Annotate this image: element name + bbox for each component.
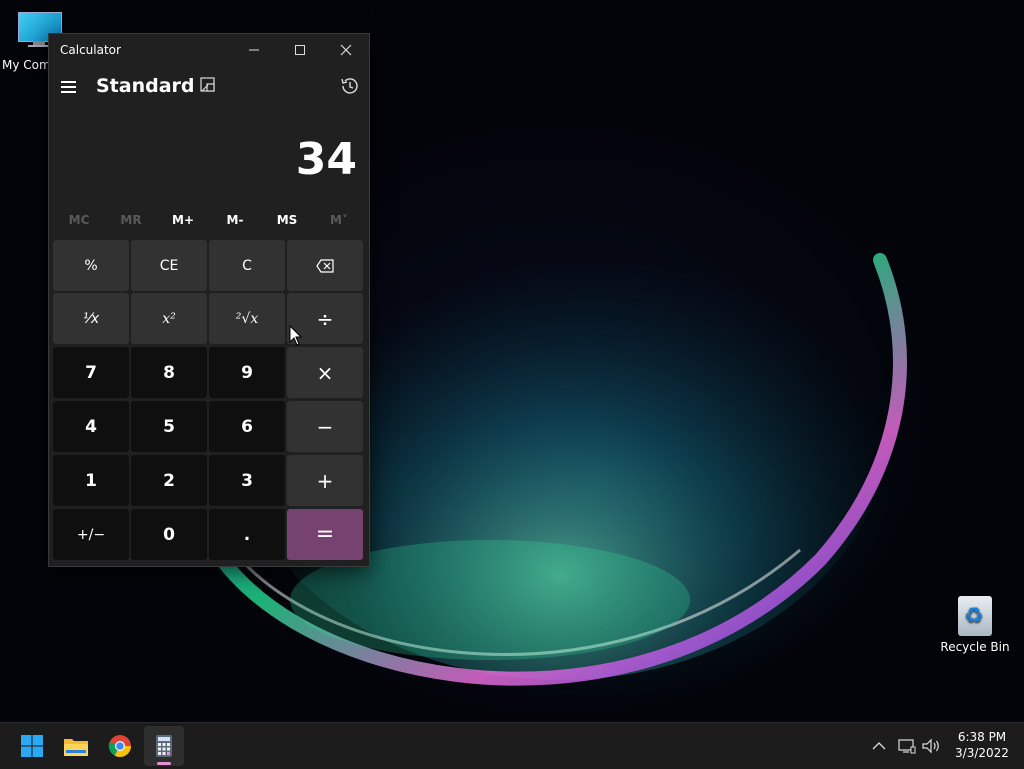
network-icon <box>898 739 916 754</box>
memory-recall-button[interactable]: MR <box>105 206 157 234</box>
calculator-taskbar-button[interactable] <box>144 726 184 766</box>
digit-5-button[interactable]: 5 <box>131 401 207 452</box>
digit-0-button[interactable]: 0 <box>131 509 207 560</box>
maximize-icon <box>295 45 305 55</box>
chrome-icon <box>108 735 131 757</box>
subtract-button[interactable]: − <box>287 401 363 452</box>
chrome-button[interactable] <box>100 726 140 766</box>
square-button[interactable]: x² <box>131 293 207 344</box>
memory-subtract-button[interactable]: M- <box>209 206 261 234</box>
file-explorer-icon <box>64 739 88 756</box>
calculator-icon <box>156 735 172 757</box>
close-icon <box>340 44 352 56</box>
memory-clear-button[interactable]: MC <box>53 206 105 234</box>
backspace-button[interactable] <box>287 240 363 291</box>
memory-row: MC MR M+ M- MS M˅ <box>53 206 365 234</box>
calculator-mode-title: Standard <box>96 75 195 97</box>
volume-button[interactable] <box>920 723 942 769</box>
desktop-icon-label: My Com <box>2 58 51 72</box>
backspace-icon <box>316 258 334 273</box>
monitor-base <box>28 45 50 47</box>
title-bar[interactable]: Calculator <box>49 34 369 66</box>
history-button[interactable] <box>339 76 359 96</box>
clock-date: 3/3/2022 <box>955 746 1009 760</box>
clock-time: 6:38 PM <box>957 730 1007 744</box>
memory-add-button[interactable]: M+ <box>157 206 209 234</box>
digit-2-button[interactable]: 2 <box>131 455 207 506</box>
digit-6-button[interactable]: 6 <box>209 401 285 452</box>
history-icon <box>341 78 358 94</box>
memory-list-button[interactable]: M˅ <box>313 206 365 234</box>
digit-9-button[interactable]: 9 <box>209 347 285 398</box>
window-title: Calculator <box>60 43 121 57</box>
clear-button[interactable]: C <box>209 240 285 291</box>
negate-button[interactable]: +/− <box>53 509 129 560</box>
digit-3-button[interactable]: 3 <box>209 455 285 506</box>
digit-8-button[interactable]: 8 <box>131 347 207 398</box>
memory-store-button[interactable]: MS <box>261 206 313 234</box>
multiply-button[interactable]: × <box>287 347 363 398</box>
keep-on-top-icon <box>200 77 215 92</box>
chevron-up-icon <box>872 742 886 750</box>
equals-button[interactable]: = <box>287 509 363 560</box>
add-button[interactable]: + <box>287 455 363 506</box>
start-button[interactable] <box>12 726 52 766</box>
digit-7-button[interactable]: 7 <box>53 347 129 398</box>
reciprocal-button[interactable]: ⅟x <box>53 293 129 344</box>
show-hidden-icons-button[interactable] <box>868 723 890 769</box>
minimize-icon <box>249 49 259 51</box>
keep-on-top-button[interactable] <box>199 76 217 94</box>
percent-button[interactable]: % <box>53 240 129 291</box>
maximize-button[interactable] <box>277 34 323 66</box>
clock[interactable]: 6:38 PM 3/3/2022 <box>944 729 1020 761</box>
desktop-icon-recycle-bin[interactable]: Recycle Bin <box>940 596 1010 654</box>
minimize-button[interactable] <box>231 34 277 66</box>
digit-4-button[interactable]: 4 <box>53 401 129 452</box>
file-explorer-button[interactable] <box>56 726 96 766</box>
close-button[interactable] <box>323 34 369 66</box>
network-button[interactable] <box>896 723 918 769</box>
active-app-indicator <box>157 762 171 765</box>
result-display: 34 <box>295 134 357 185</box>
calculator-header: Standard <box>49 70 369 110</box>
mouse-cursor-icon <box>289 325 303 346</box>
desktop-icon-label: Recycle Bin <box>940 640 1010 654</box>
digit-1-button[interactable]: 1 <box>53 455 129 506</box>
taskbar: 6:38 PM 3/3/2022 <box>0 722 1024 769</box>
square-root-button[interactable]: ²√x <box>209 293 285 344</box>
decimal-button[interactable]: . <box>209 509 285 560</box>
calculator-window: Calculator Standard 34 MC MR M+ M- MS M˅… <box>48 33 370 567</box>
navigation-menu-button[interactable] <box>57 74 81 98</box>
clear-entry-button[interactable]: CE <box>131 240 207 291</box>
volume-icon <box>922 738 939 754</box>
recycle-bin-icon <box>958 596 992 636</box>
start-icon <box>21 735 43 757</box>
